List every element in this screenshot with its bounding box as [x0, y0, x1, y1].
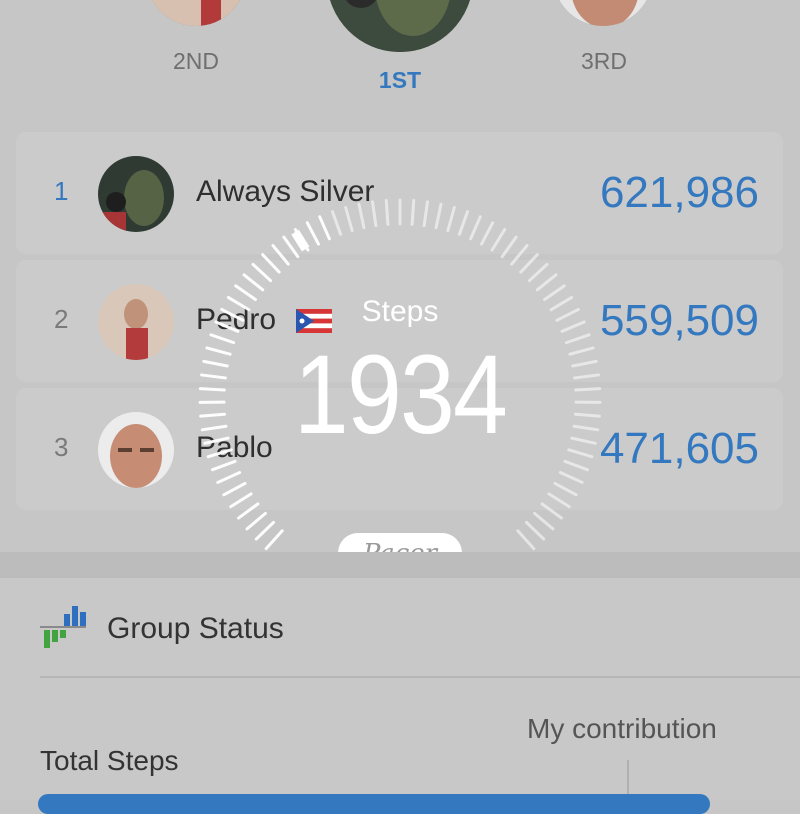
member-name-text: Pablo — [196, 431, 273, 464]
avatar — [98, 284, 174, 360]
puerto-rico-flag-icon — [296, 309, 332, 333]
avatar — [98, 412, 174, 488]
bar-chart-icon — [40, 604, 86, 656]
dial-tick — [518, 531, 534, 549]
third-place-label: 3RD — [544, 48, 664, 75]
avatar — [98, 156, 174, 232]
dial-tick — [266, 531, 282, 549]
total-steps-label: Total Steps — [40, 745, 179, 777]
second-place-label: 2ND — [136, 48, 256, 75]
first-place-label: 1ST — [340, 67, 460, 94]
dial-tick — [256, 522, 273, 539]
member-name: Pablo — [196, 431, 273, 465]
my-contribution-label: My contribution — [527, 713, 717, 745]
third-place-avatar[interactable] — [553, 0, 653, 26]
section-divider — [0, 552, 800, 578]
member-name-text: Always Silver — [196, 175, 374, 208]
podium: 2ND 1ST 3RD — [0, 0, 800, 110]
second-place-avatar[interactable] — [146, 0, 246, 26]
member-steps: 621,986 — [600, 168, 759, 218]
leaderboard-row[interactable]: 3 Pablo 471,605 — [16, 388, 783, 510]
dial-tick — [526, 522, 543, 539]
dial-tick — [535, 513, 553, 528]
leaderboard-row[interactable]: 2 Pedro 559,509 — [16, 260, 783, 382]
dial-tick — [247, 513, 265, 528]
leaderboard-row[interactable]: 1 Always Silver 621,986 — [16, 132, 783, 254]
member-name: Pedro — [196, 303, 332, 337]
member-name: Always Silver — [196, 175, 374, 209]
member-name-text: Pedro — [196, 303, 276, 336]
rank-number: 2 — [54, 304, 68, 335]
member-steps: 471,605 — [600, 424, 759, 474]
total-steps-progress-bar — [38, 794, 710, 814]
first-place-avatar[interactable] — [327, 0, 473, 52]
member-steps: 559,509 — [600, 296, 759, 346]
group-status-title: Group Status — [107, 612, 284, 646]
rank-number: 1 — [54, 176, 68, 207]
divider — [40, 676, 800, 678]
rank-number: 3 — [54, 432, 68, 463]
